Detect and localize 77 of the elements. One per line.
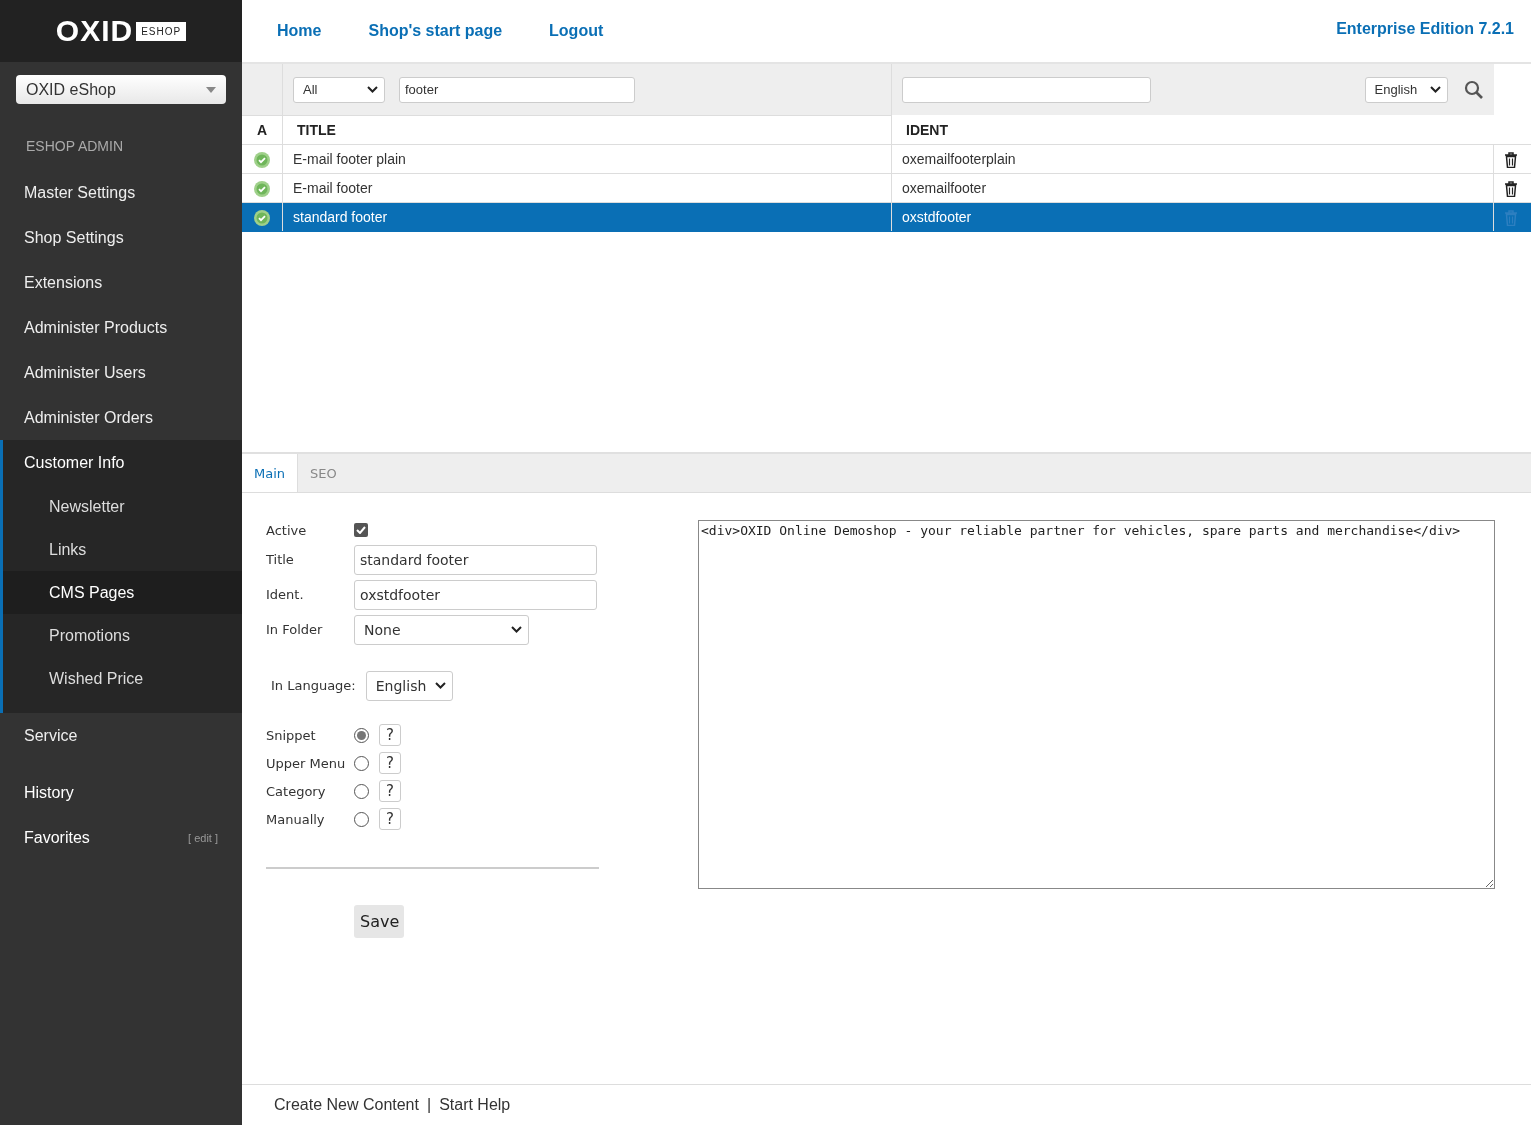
- dropdown-arrow-icon: [206, 86, 216, 93]
- table-cell: oxstdfooter: [891, 202, 1494, 232]
- type-select[interactable]: All: [293, 76, 385, 103]
- field-label: In Language:: [271, 678, 356, 693]
- tab[interactable]: Main: [242, 454, 299, 492]
- radio-button[interactable]: [354, 783, 369, 799]
- edition-label: Enterprise Edition 7.2.1: [1336, 20, 1514, 38]
- table-cell: E-mail footer plain: [282, 144, 892, 174]
- title-field[interactable]: standard footer: [354, 544, 597, 575]
- footer-link[interactable]: Start Help: [439, 1096, 511, 1114]
- menu-item[interactable]: Master Settings: [0, 170, 242, 215]
- help-button[interactable]: ?: [379, 752, 401, 774]
- menu-item[interactable]: Customer Info: [3, 440, 242, 485]
- table-row[interactable]: standard footer oxstdfooter: [242, 202, 1531, 232]
- title-filter-field[interactable]: footer: [399, 76, 635, 103]
- submenu-item[interactable]: Newsletter: [3, 485, 242, 528]
- trash-icon[interactable]: [1504, 180, 1518, 197]
- footer-link[interactable]: Create New Content: [274, 1096, 419, 1114]
- menu-item[interactable]: Shop Settings: [0, 215, 242, 260]
- submenu-item[interactable]: Links: [3, 528, 242, 571]
- chevron-down-icon: [434, 682, 446, 689]
- checkbox[interactable]: [354, 523, 368, 537]
- column-header: TITLE: [282, 115, 892, 145]
- menu-item[interactable]: Administer Users: [0, 350, 242, 395]
- field-label: In Folder: [266, 622, 324, 637]
- chevron-down-icon: [367, 86, 378, 93]
- submenu-item[interactable]: Promotions: [3, 614, 242, 657]
- column-header: IDENT: [891, 115, 1531, 145]
- help-button[interactable]: ?: [379, 724, 401, 746]
- logo-badge: ESHOP: [136, 21, 187, 41]
- menu-item[interactable]: History: [0, 770, 242, 815]
- table-cell: standard footer: [282, 202, 892, 232]
- table-cell: E-mail footer: [282, 173, 892, 203]
- submenu-item[interactable]: Wished Price: [3, 657, 242, 700]
- field-label: Title: [266, 552, 295, 567]
- menu-item[interactable]: Extensions: [0, 260, 242, 305]
- search-icon[interactable]: [1463, 79, 1484, 100]
- help-button[interactable]: ?: [379, 780, 401, 802]
- logo-wordmark: OXID: [55, 14, 134, 48]
- field-label: Active: [266, 522, 308, 538]
- ident-field[interactable]: oxstdfooter: [354, 579, 597, 610]
- table-row[interactable]: E-mail footer oxemailfooter: [242, 173, 1531, 203]
- submenu-item[interactable]: CMS Pages: [3, 571, 242, 614]
- chevron-down-icon: [511, 626, 522, 633]
- radio-button[interactable]: [354, 755, 369, 771]
- menu-item[interactable]: Service: [0, 713, 242, 758]
- ident-filter-field[interactable]: [902, 76, 1151, 103]
- nav-link[interactable]: Logout: [549, 22, 604, 40]
- save-button[interactable]: Save: [354, 905, 404, 938]
- radio-button[interactable]: [354, 811, 369, 827]
- column-header: A: [242, 115, 283, 145]
- edit-link[interactable]: [ edit ]: [188, 831, 218, 844]
- menu-item[interactable]: Administer Products: [0, 305, 242, 350]
- field-label: Ident.: [266, 587, 305, 602]
- menu-heading: ESHOP ADMIN: [25, 137, 124, 156]
- menu-item[interactable]: Administer Orders: [0, 395, 242, 440]
- shop-select[interactable]: OXID eShop: [16, 75, 226, 104]
- table-row[interactable]: E-mail footer plain oxemailfooterplain: [242, 144, 1531, 174]
- table-cell: oxemailfooter: [891, 173, 1494, 203]
- language-select[interactable]: English: [365, 670, 453, 701]
- checkmark-icon: [356, 526, 366, 534]
- folder-select[interactable]: None: [354, 614, 529, 645]
- radio-label: Category: [266, 783, 327, 799]
- nav-link[interactable]: Home: [277, 22, 322, 40]
- menu-item[interactable]: Favorites: [24, 828, 90, 847]
- content-editor[interactable]: <div>OXID Online Demoshop - your reliable partner for vehicles, spare parts and merchandise</div>: [698, 520, 1495, 889]
- help-button[interactable]: ?: [379, 808, 401, 830]
- radio-button[interactable]: [354, 727, 369, 743]
- chevron-down-icon: [1429, 86, 1441, 93]
- language-select[interactable]: English: [1364, 76, 1448, 103]
- separator: |: [426, 1096, 432, 1114]
- radio-label: Upper Menu: [266, 755, 347, 771]
- trash-icon[interactable]: [1504, 151, 1518, 168]
- nav-link[interactable]: Shop's start page: [368, 22, 503, 40]
- radio-label: Manually: [266, 811, 326, 827]
- table-cell: oxemailfooterplain: [891, 144, 1494, 174]
- radio-label: Snippet: [266, 727, 317, 743]
